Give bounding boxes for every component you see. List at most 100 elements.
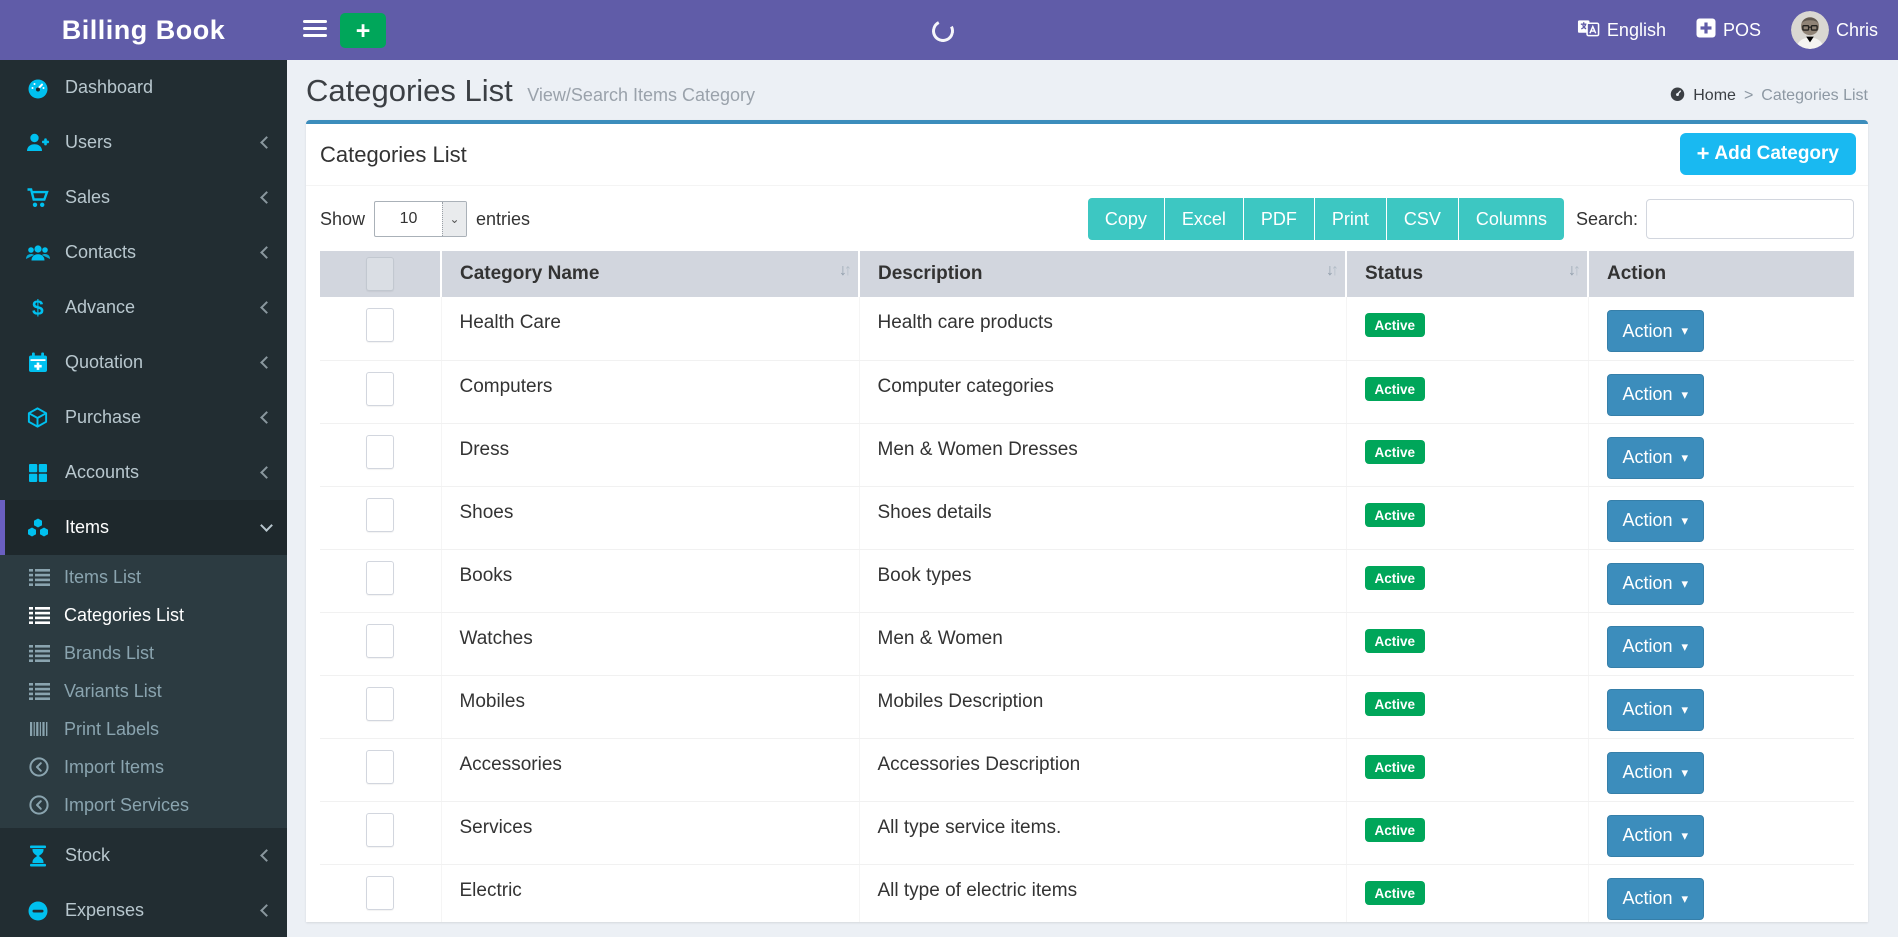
category-name-cell: Watches — [441, 612, 859, 675]
category-name-cell: Accessories — [441, 738, 859, 801]
status-badge: Active — [1365, 503, 1426, 527]
sidebar-subitem-label: Items List — [64, 567, 141, 588]
sidebar-subitem-print-labels[interactable]: Print Labels — [0, 710, 287, 748]
sidebar-item-purchase[interactable]: Purchase — [0, 390, 287, 445]
action-dropdown-button[interactable]: Action▾ — [1607, 500, 1705, 542]
action-dropdown-button[interactable]: Action▾ — [1607, 310, 1705, 352]
sidebar-item-contacts[interactable]: Contacts — [0, 225, 287, 280]
loading-spinner-icon — [929, 17, 957, 45]
select-all-header[interactable] — [320, 251, 441, 297]
page-size-select[interactable]: 10 ⌄ — [374, 201, 467, 237]
row-checkbox[interactable] — [366, 435, 394, 469]
sidebar-subitem-categories-list[interactable]: Categories List — [0, 596, 287, 634]
sidebar-item-advance[interactable]: $ Advance — [0, 280, 287, 335]
language-menu[interactable]: English — [1577, 19, 1666, 42]
sidebar-subitem-items-list[interactable]: Items List — [0, 558, 287, 596]
row-checkbox[interactable] — [366, 624, 394, 658]
sidebar-item-expenses[interactable]: Expenses — [0, 883, 287, 937]
pdf-button[interactable]: PDF — [1243, 198, 1314, 240]
sidebar-item-sales[interactable]: Sales — [0, 170, 287, 225]
sidebar-item-label: Expenses — [65, 900, 144, 921]
application-window: Billing Book + English — [0, 0, 1898, 937]
categories-table: Category Name ↓↑ Description ↓↑ Status ↓… — [320, 251, 1854, 922]
chevron-left-icon — [260, 904, 273, 917]
caret-down-icon: ▾ — [1682, 323, 1689, 339]
row-checkbox[interactable] — [366, 308, 394, 342]
sidebar-item-label: Dashboard — [65, 77, 153, 98]
search-input[interactable] — [1646, 199, 1854, 239]
chevron-left-icon — [260, 466, 273, 479]
sidebar-subitem-label: Brands List — [64, 643, 154, 664]
sidebar-toggle-icon[interactable] — [303, 20, 327, 40]
action-dropdown-button[interactable]: Action▾ — [1607, 689, 1705, 731]
chevron-left-icon — [260, 246, 273, 259]
sidebar-subitem-label: Variants List — [64, 681, 162, 702]
panel-header: Categories List + Add Category — [306, 124, 1868, 186]
print-button[interactable]: Print — [1314, 198, 1386, 240]
sidebar-subitem-import-items[interactable]: Import Items — [0, 748, 287, 786]
sidebar-item-stock[interactable]: Stock — [0, 828, 287, 883]
sidebar-item-label: Users — [65, 132, 112, 153]
excel-button[interactable]: Excel — [1164, 198, 1243, 240]
sidebar-item-items[interactable]: Items — [0, 500, 287, 555]
sidebar-subitem-label: Print Labels — [64, 719, 159, 740]
action-dropdown-button[interactable]: Action▾ — [1607, 815, 1705, 857]
select-all-checkbox[interactable] — [366, 257, 394, 291]
category-name-cell: Dress — [441, 423, 859, 486]
row-checkbox[interactable] — [366, 687, 394, 721]
description-cell: Men & Women — [859, 612, 1346, 675]
cart-icon — [24, 186, 51, 210]
pos-menu[interactable]: POS — [1696, 18, 1761, 43]
column-header-description[interactable]: Description ↓↑ — [859, 251, 1346, 297]
row-checkbox[interactable] — [366, 876, 394, 910]
action-dropdown-button[interactable]: Action▾ — [1607, 752, 1705, 794]
description-cell: Book types — [859, 549, 1346, 612]
breadcrumb-home-link[interactable]: Home — [1669, 85, 1736, 107]
sort-icon: ↓↑ — [1568, 262, 1578, 280]
main-content: Categories List View/Search Items Catego… — [287, 60, 1898, 937]
sidebar-item-users[interactable]: Users — [0, 115, 287, 170]
row-checkbox[interactable] — [366, 372, 394, 406]
row-checkbox[interactable] — [366, 750, 394, 784]
action-dropdown-button[interactable]: Action▾ — [1607, 437, 1705, 479]
description-cell: Accessories Description — [859, 738, 1346, 801]
category-name-cell: Services — [441, 801, 859, 864]
export-and-search: Copy Excel PDF Print CSV Columns Search: — [1088, 198, 1854, 240]
sidebar-item-dashboard[interactable]: Dashboard — [0, 60, 287, 115]
columns-button[interactable]: Columns — [1458, 198, 1564, 240]
action-dropdown-button[interactable]: Action▾ — [1607, 878, 1705, 920]
row-checkbox[interactable] — [366, 813, 394, 847]
app-logo[interactable]: Billing Book — [0, 0, 287, 60]
row-checkbox[interactable] — [366, 498, 394, 532]
add-category-button[interactable]: + Add Category — [1680, 133, 1856, 175]
action-dropdown-button[interactable]: Action▾ — [1607, 626, 1705, 668]
status-badge: Active — [1365, 313, 1426, 337]
quick-add-button[interactable]: + — [340, 13, 386, 48]
navbar-right-menu: English POS — [1577, 0, 1878, 60]
csv-button[interactable]: CSV — [1386, 198, 1458, 240]
action-dropdown-button[interactable]: Action▾ — [1607, 374, 1705, 416]
category-name-cell: Computers — [441, 360, 859, 423]
plus-square-icon — [1696, 18, 1716, 43]
caret-down-icon: ▾ — [1682, 513, 1689, 529]
caret-down-icon: ▾ — [1682, 765, 1689, 781]
user-menu[interactable]: Chris — [1791, 11, 1878, 49]
sidebar-item-accounts[interactable]: Accounts — [0, 445, 287, 500]
sidebar-item-quotation[interactable]: Quotation — [0, 335, 287, 390]
copy-button[interactable]: Copy — [1088, 198, 1164, 240]
plus-icon: + — [1697, 141, 1710, 167]
pos-label: POS — [1723, 20, 1761, 41]
description-cell: All type of electric items — [859, 864, 1346, 922]
column-header-category-name[interactable]: Category Name ↓↑ — [441, 251, 859, 297]
panel-title: Categories List — [320, 142, 467, 168]
column-header-status[interactable]: Status ↓↑ — [1346, 251, 1588, 297]
action-dropdown-button[interactable]: Action▾ — [1607, 563, 1705, 605]
dashboard-icon — [1669, 85, 1686, 107]
row-checkbox[interactable] — [366, 561, 394, 595]
sidebar-subitem-import-services[interactable]: Import Services — [0, 786, 287, 824]
sidebar-subitem-brands-list[interactable]: Brands List — [0, 634, 287, 672]
table-row: Books Book types Active Action▾ — [320, 549, 1854, 612]
sidebar-subitem-variants-list[interactable]: Variants List — [0, 672, 287, 710]
cubes-icon — [24, 516, 51, 540]
status-badge: Active — [1365, 818, 1426, 842]
